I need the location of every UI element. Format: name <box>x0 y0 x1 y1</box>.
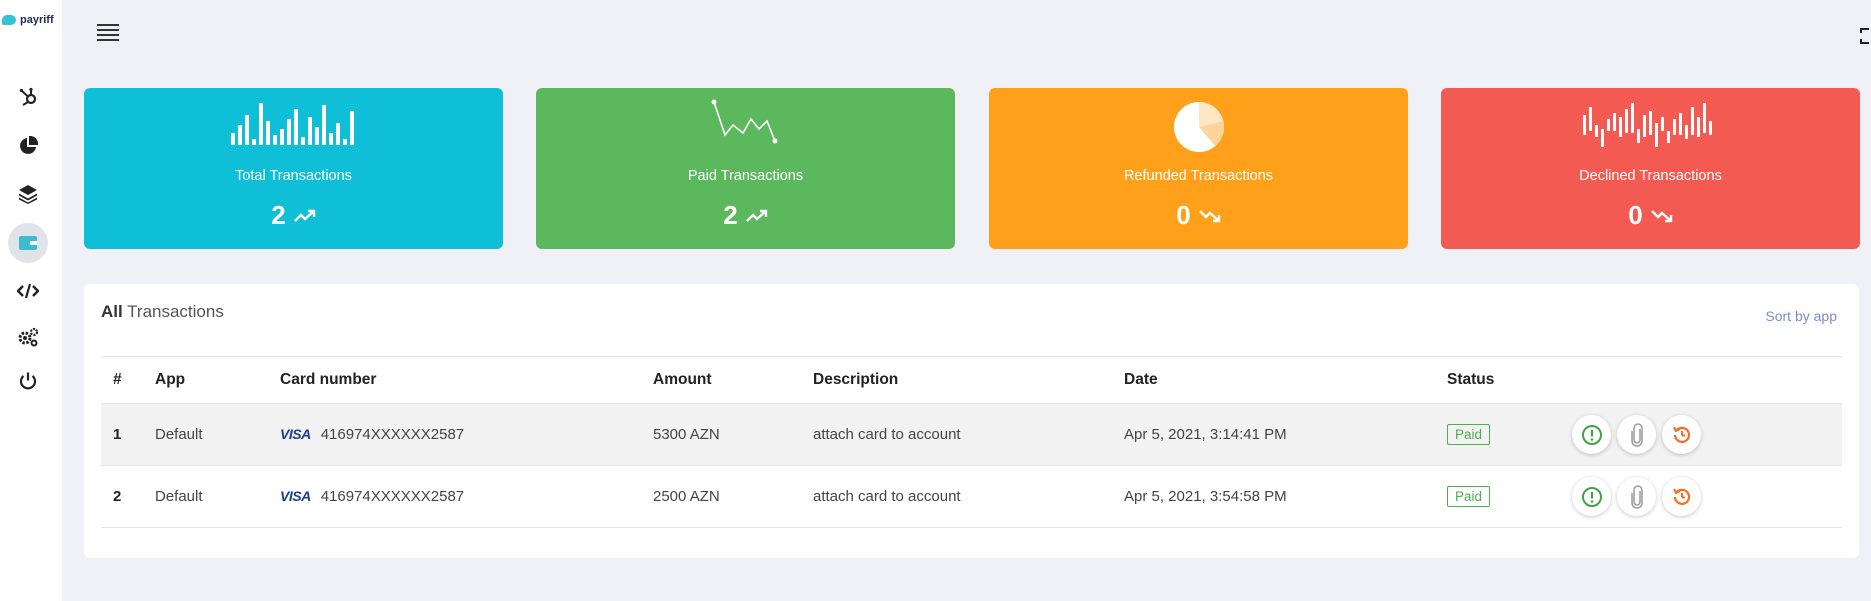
stat-card-total: Total Transactions 2 <box>84 88 503 249</box>
card-cell: VISA 416974XXXXXX2587 <box>280 466 653 528</box>
status-badge: Paid <box>1447 424 1491 445</box>
column-header: # <box>101 356 155 404</box>
code-icon <box>17 283 39 299</box>
sparkline-line <box>536 99 955 145</box>
power-icon <box>19 372 37 390</box>
card-cell: VISA 416974XXXXXX2587 <box>280 404 653 466</box>
sparkline-bars <box>84 103 503 145</box>
sidebar-item-developers[interactable] <box>8 271 48 311</box>
column-header: Status <box>1447 356 1572 404</box>
attach-button[interactable] <box>1617 415 1656 454</box>
description-cell: attach card to account <box>813 488 961 505</box>
refund-history-icon <box>1672 426 1690 443</box>
sidebar-item-settings[interactable] <box>8 317 48 357</box>
hamburger-line <box>97 34 119 36</box>
row-number: 2 <box>113 488 122 505</box>
card-title: Paid Transactions <box>687 168 804 184</box>
status-cell: Paid <box>1447 404 1572 466</box>
card-value: 2 <box>723 200 738 230</box>
chat-bubble-icon <box>2 15 16 25</box>
column-header-actions <box>1572 356 1842 404</box>
wallet-icon <box>19 236 37 250</box>
sparkline-pie <box>989 102 1408 152</box>
actions-cell <box>1572 404 1842 466</box>
fullscreen-icon[interactable] <box>1860 28 1871 44</box>
amount-cell: 2500 AZN <box>653 488 720 505</box>
card-title: Refunded Transactions <box>1123 168 1274 184</box>
column-header: Description <box>813 356 1124 404</box>
alert-circle-icon <box>1581 486 1602 507</box>
card-number: 416974XXXXXX2587 <box>320 426 465 443</box>
sort-by-app-link[interactable]: Sort by app <box>1765 308 1837 324</box>
table-header-row: # App Card number Amount Description Dat… <box>101 356 1842 404</box>
sidebar-item-hubspot[interactable] <box>8 77 48 117</box>
amount-cell: 5300 AZN <box>653 426 720 443</box>
trending-up-icon <box>745 209 767 222</box>
table-row[interactable]: 1 Default VISA 416974XXXXXX2587 5300 AZN … <box>101 403 1842 466</box>
pie-chart-icon <box>20 136 38 154</box>
app-cell: Default <box>155 426 203 443</box>
trending-down-icon <box>1650 209 1672 222</box>
hubspot-icon <box>19 87 37 106</box>
trending-down-icon <box>1198 209 1220 222</box>
panel-title: All Transactions <box>101 302 224 322</box>
attach-button[interactable] <box>1617 477 1656 516</box>
sidebar-item-logout[interactable] <box>8 361 48 401</box>
stat-card-paid: Paid Transactions 2 <box>536 88 955 249</box>
column-header: Date <box>1124 356 1447 404</box>
card-number: 416974XXXXXX2587 <box>320 488 465 505</box>
status-cell: Paid <box>1447 466 1572 528</box>
column-header: Amount <box>653 356 813 404</box>
brand-name: payriff <box>20 14 54 26</box>
description-cell: attach card to account <box>813 426 961 443</box>
details-button[interactable] <box>1572 415 1611 454</box>
panel-title-bold: All <box>101 302 123 321</box>
row-number: 1 <box>113 426 122 443</box>
card-value: 0 <box>1176 200 1191 230</box>
card-value: 2 <box>271 200 286 230</box>
app-cell: Default <box>155 488 203 505</box>
card-value: 0 <box>1628 200 1643 230</box>
alert-circle-icon <box>1581 424 1602 445</box>
card-title: Declined Transactions <box>1579 168 1722 184</box>
date-cell: Apr 5, 2021, 3:54:58 PM <box>1124 488 1287 505</box>
menu-toggle-button[interactable] <box>97 24 119 42</box>
card-title: Total Transactions <box>235 168 352 184</box>
refund-button[interactable] <box>1662 415 1701 454</box>
details-button[interactable] <box>1572 477 1611 516</box>
date-cell: Apr 5, 2021, 3:14:41 PM <box>1124 426 1287 443</box>
sparkline-discrete <box>1441 103 1860 147</box>
refund-history-icon <box>1672 488 1690 505</box>
hamburger-line <box>97 29 119 31</box>
visa-logo-icon: VISA <box>280 426 311 442</box>
visa-logo-icon: VISA <box>280 488 311 504</box>
paperclip-icon <box>1630 484 1643 509</box>
transactions-panel: All Transactions Sort by app # App Card … <box>84 284 1859 558</box>
brand-logo[interactable]: payriff <box>2 14 54 26</box>
stat-card-declined: Declined Transactions 0 <box>1441 88 1860 249</box>
table-row[interactable]: 2 Default VISA 416974XXXXXX2587 2500 AZN … <box>101 465 1842 528</box>
sidebar-item-layers[interactable] <box>8 174 48 214</box>
layers-icon <box>19 185 37 204</box>
trending-up-icon <box>293 209 315 222</box>
column-header: App <box>155 356 280 404</box>
panel-title-rest: Transactions <box>122 302 224 321</box>
settings-gears-icon <box>18 327 39 347</box>
transactions-table: # App Card number Amount Description Dat… <box>101 356 1842 528</box>
sidebar-item-reports[interactable] <box>8 126 48 166</box>
sidebar: payriff <box>0 0 62 601</box>
stat-card-refunded: Refunded Transactions 0 <box>989 88 1408 249</box>
hamburger-line <box>97 39 119 41</box>
refund-button[interactable] <box>1662 477 1701 516</box>
actions-cell <box>1572 466 1842 528</box>
paperclip-icon <box>1630 422 1643 447</box>
status-badge: Paid <box>1447 486 1491 507</box>
hamburger-line <box>97 24 119 26</box>
column-header: Card number <box>280 356 653 404</box>
sidebar-item-wallet[interactable] <box>8 223 48 263</box>
